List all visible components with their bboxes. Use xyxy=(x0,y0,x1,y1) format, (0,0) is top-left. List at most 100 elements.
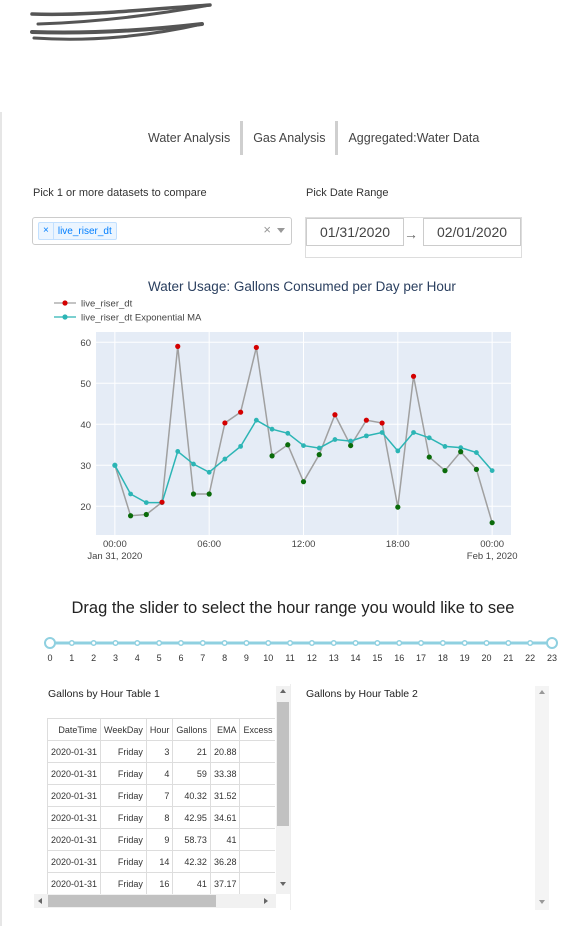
table-cell[interactable]: 2020-01-31 xyxy=(47,872,102,894)
table-cell[interactable]: 58.73 xyxy=(172,828,211,851)
table1-horizontal-scrollbar[interactable] xyxy=(34,894,276,908)
raw-point[interactable] xyxy=(458,449,464,455)
ema-point[interactable] xyxy=(191,461,196,467)
chevron-down-icon[interactable] xyxy=(277,228,285,233)
table-cell[interactable] xyxy=(239,784,275,807)
ema-point[interactable] xyxy=(285,430,291,436)
scroll-right-icon[interactable] xyxy=(264,898,268,904)
table-cell[interactable]: Friday xyxy=(100,762,147,785)
slider-mark[interactable] xyxy=(265,639,272,647)
raw-point[interactable] xyxy=(175,343,181,349)
table-cell[interactable]: 7 xyxy=(145,784,174,807)
raw-point[interactable] xyxy=(143,511,149,518)
tab-water-analysis[interactable]: Water Analysis xyxy=(138,131,240,145)
slider-mark[interactable] xyxy=(330,639,337,647)
raw-point[interactable] xyxy=(363,417,369,423)
table-cell[interactable]: 42.32 xyxy=(172,850,211,873)
table-row[interactable]: 2020-01-31 Friday 4 59 33.38 xyxy=(47,762,275,785)
table2-vertical-scrollbar[interactable] xyxy=(535,686,549,910)
ema-point[interactable] xyxy=(316,445,322,451)
raw-point[interactable] xyxy=(112,462,118,468)
ema-point[interactable] xyxy=(363,433,369,439)
slider-mark[interactable] xyxy=(199,639,206,647)
slider-mark[interactable] xyxy=(90,639,97,647)
table-cell[interactable]: 41 xyxy=(209,828,241,851)
clear-selection-icon[interactable]: × xyxy=(263,222,271,237)
remove-dataset-button[interactable]: × xyxy=(39,223,54,239)
table-cell[interactable]: 42.95 xyxy=(172,806,211,829)
dataset-dropdown[interactable]: × live_riser_dt × xyxy=(32,217,292,245)
ema-point[interactable] xyxy=(411,430,416,435)
table1-vertical-scroll-thumb[interactable] xyxy=(277,702,289,826)
table-cell[interactable] xyxy=(239,806,275,829)
table-cell[interactable]: 59 xyxy=(172,762,211,785)
slider-mark[interactable] xyxy=(527,639,534,647)
slider-mark[interactable] xyxy=(134,639,141,647)
slider-mark[interactable] xyxy=(417,639,425,647)
start-date-input[interactable]: 01/31/2020 xyxy=(306,218,404,246)
slider-mark[interactable] xyxy=(156,639,163,647)
ema-point[interactable] xyxy=(175,449,181,454)
table-cell[interactable]: Friday xyxy=(100,828,147,851)
table-cell[interactable] xyxy=(239,740,275,763)
table-cell[interactable]: 21 xyxy=(172,740,211,763)
raw-point[interactable] xyxy=(269,453,275,459)
table-row[interactable]: 2020-01-31 Friday 8 42.95 34.61 xyxy=(47,806,275,829)
table-cell[interactable]: 4 xyxy=(145,762,174,785)
table1-horizontal-scroll-thumb[interactable] xyxy=(48,895,216,907)
table-cell[interactable]: 37.17 xyxy=(209,872,241,894)
table-cell[interactable]: 14 xyxy=(145,850,174,873)
ema-point[interactable] xyxy=(143,500,149,506)
ema-point[interactable] xyxy=(222,456,228,462)
ema-point[interactable] xyxy=(489,468,495,474)
raw-point[interactable] xyxy=(426,454,432,460)
table-cell[interactable]: 40.32 xyxy=(172,784,211,807)
raw-point[interactable] xyxy=(222,420,228,426)
scroll-down-icon[interactable] xyxy=(539,900,545,904)
table-cell[interactable]: 31.52 xyxy=(209,784,241,807)
raw-point[interactable] xyxy=(253,344,259,351)
slider-mark[interactable] xyxy=(374,639,381,647)
table-row[interactable]: 2020-01-31 Friday 3 21 20.88 xyxy=(47,740,275,763)
table-cell[interactable]: Friday xyxy=(100,784,147,807)
table-cell[interactable]: 41 xyxy=(172,872,211,894)
table-cell[interactable]: 2020-01-31 xyxy=(47,806,102,829)
table1-column-header[interactable]: Hour xyxy=(145,718,174,741)
table1-column-header[interactable]: Gallons xyxy=(172,718,211,741)
ema-point[interactable] xyxy=(253,417,259,423)
raw-point[interactable] xyxy=(316,452,322,458)
tab-aggregated-water-data[interactable]: Aggregated:Water Data xyxy=(338,131,489,145)
table-cell[interactable]: 20.88 xyxy=(209,740,241,763)
ema-point[interactable] xyxy=(379,430,385,435)
slider-mark[interactable] xyxy=(112,639,119,647)
table-cell[interactable]: 36.28 xyxy=(209,850,241,873)
table-row[interactable]: 2020-01-31 Friday 14 42.32 36.28 xyxy=(47,850,275,873)
ema-point[interactable] xyxy=(301,443,306,448)
ema-point[interactable] xyxy=(426,435,432,441)
table-cell[interactable]: 2020-01-31 xyxy=(47,740,102,763)
slider-mark[interactable] xyxy=(221,639,228,647)
table-cell[interactable] xyxy=(239,762,275,785)
ema-point[interactable] xyxy=(238,443,244,449)
raw-point[interactable] xyxy=(379,420,385,426)
ema-point[interactable] xyxy=(474,450,479,455)
scroll-left-icon[interactable] xyxy=(38,898,42,904)
table-cell[interactable]: Friday xyxy=(100,850,147,873)
table-cell[interactable]: 2020-01-31 xyxy=(47,784,102,807)
raw-point[interactable] xyxy=(395,504,401,510)
raw-point[interactable] xyxy=(473,466,480,472)
water-usage-chart[interactable]: Water Usage: Gallons Consumed per Day pe… xyxy=(0,270,586,570)
table-cell[interactable]: Friday xyxy=(100,872,147,894)
slider-mark[interactable] xyxy=(439,639,446,647)
table-cell[interactable]: 33.38 xyxy=(209,762,241,785)
slider-mark[interactable] xyxy=(505,639,512,647)
raw-point[interactable] xyxy=(159,499,165,505)
table1-column-header[interactable]: WeekDay xyxy=(100,718,147,741)
ema-point[interactable] xyxy=(348,438,354,444)
end-date-input[interactable]: 02/01/2020 xyxy=(423,218,521,246)
slider-mark[interactable] xyxy=(352,639,359,647)
raw-point[interactable] xyxy=(489,520,495,526)
table-cell[interactable]: Friday xyxy=(100,740,147,763)
scroll-up-icon[interactable] xyxy=(539,690,545,694)
table1-column-header[interactable]: Excess Exp xyxy=(239,718,275,741)
